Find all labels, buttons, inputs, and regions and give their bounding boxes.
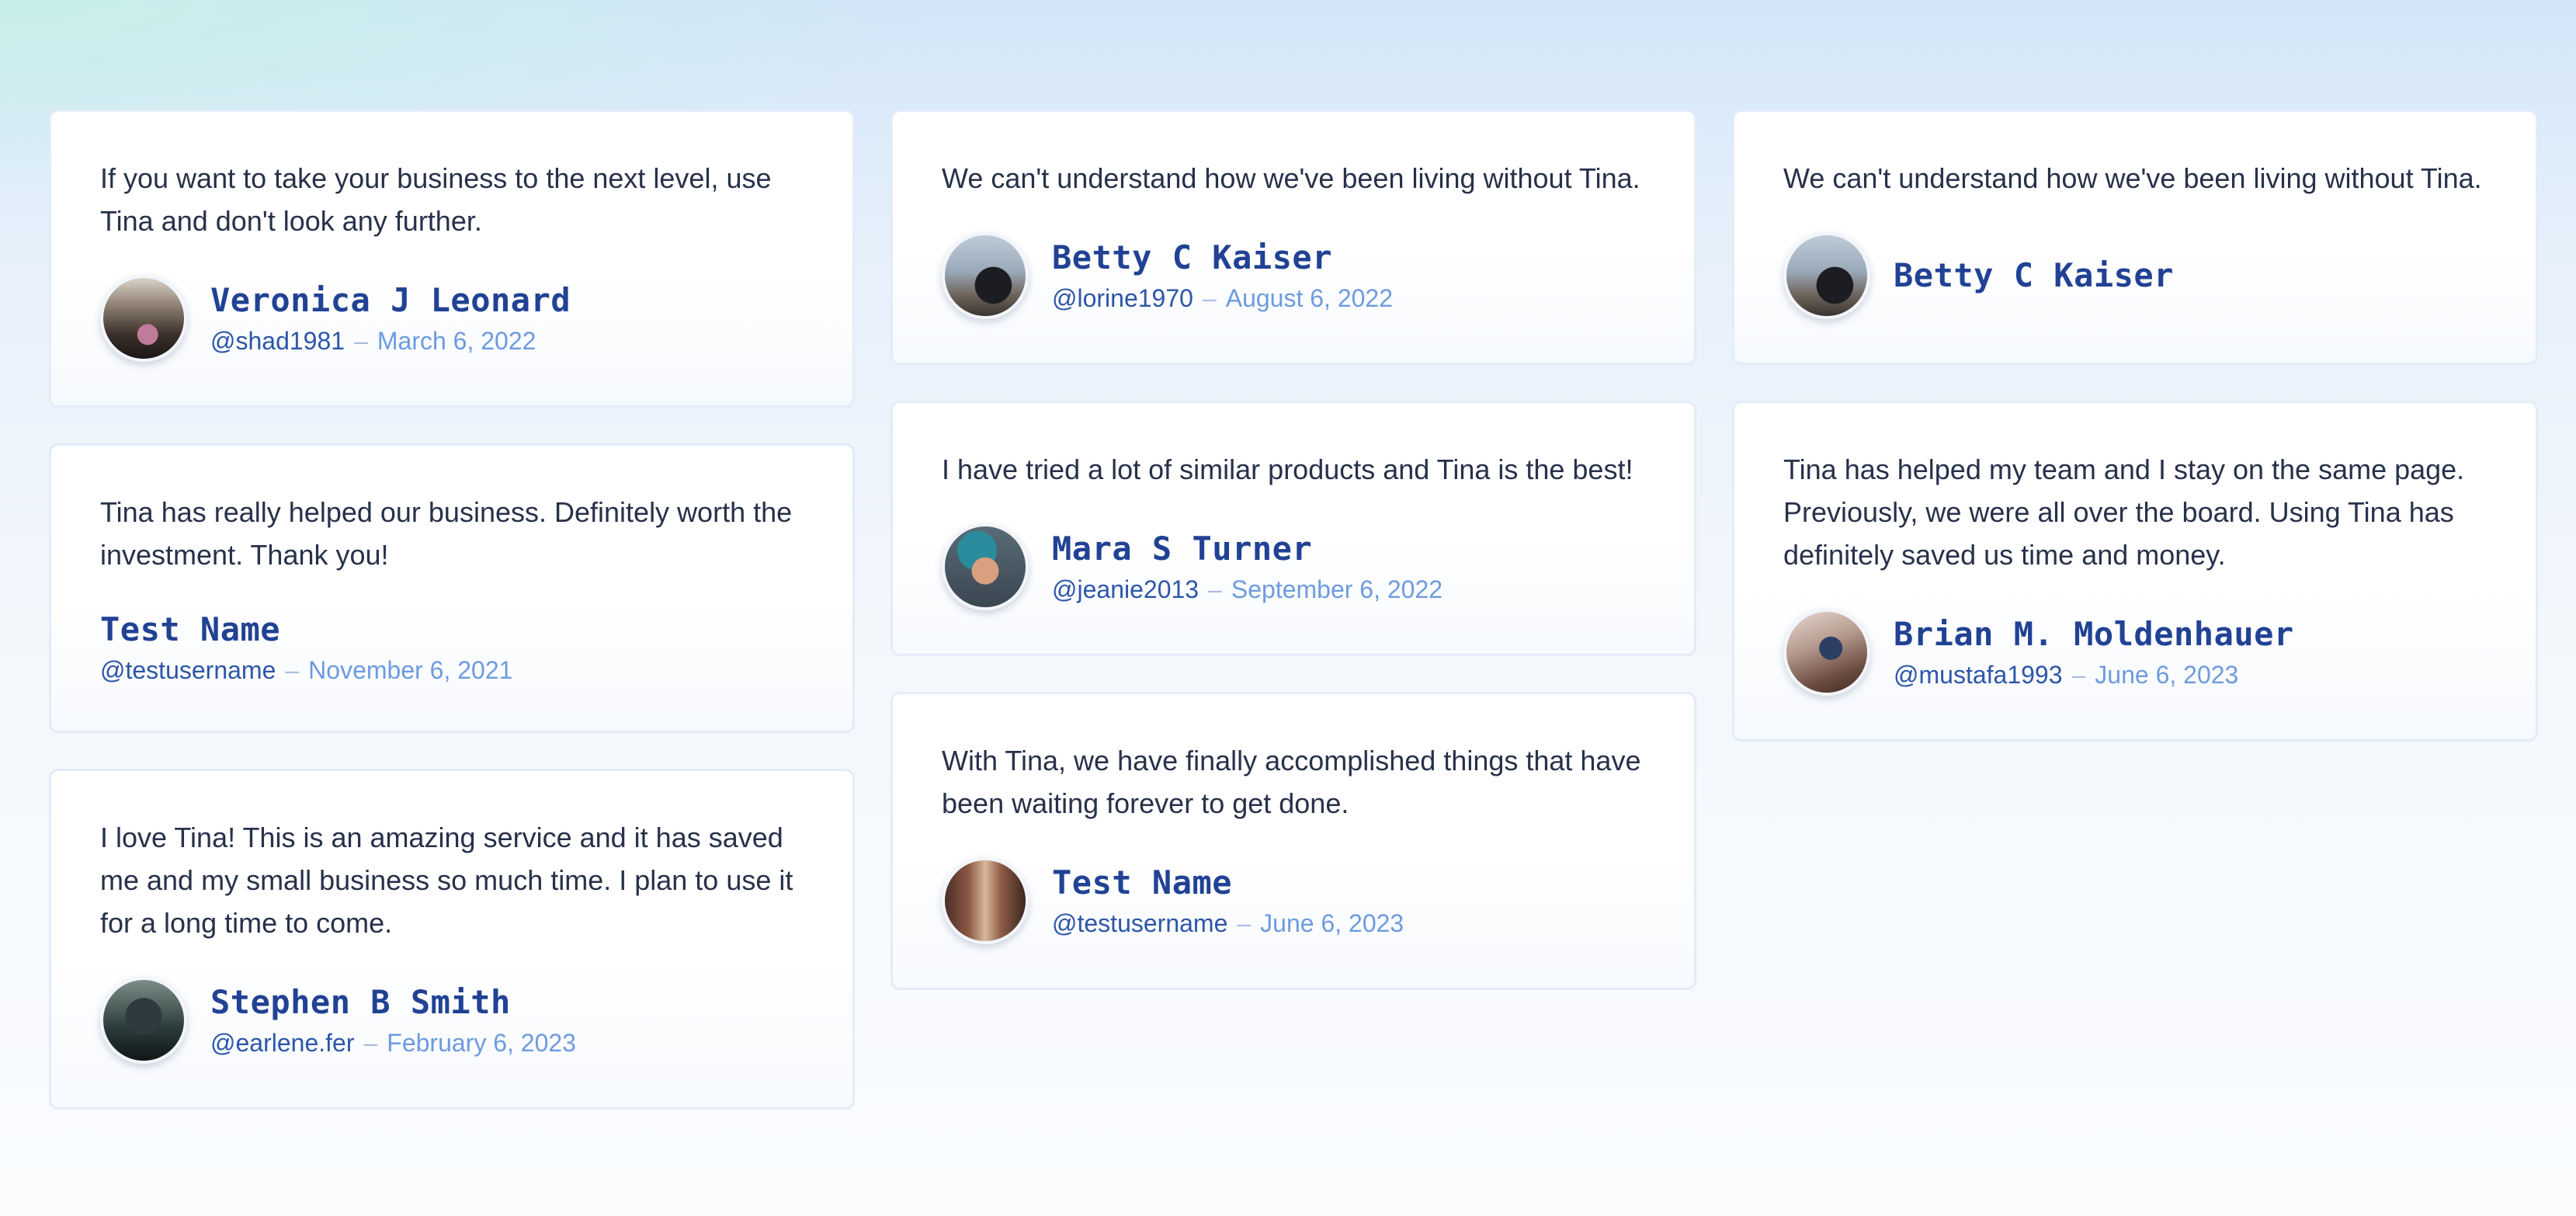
author-name: Mara S Turner [1052,529,1313,568]
testimonial-quote: We can't understand how we've been livin… [1783,162,2482,194]
testimonial-date: November 6, 2021 [308,656,513,684]
testimonial-quote: We can't understand how we've been livin… [942,162,1640,194]
testimonial-author: Test Name @testusername – November 6, 2021 [100,609,804,687]
avatar [942,232,1029,319]
avatar [942,857,1029,944]
author-name: Veronica J Leonard [210,280,571,319]
testimonial-author: Stephen B Smith @earlene.fer – February 6,… [100,977,804,1064]
testimonial-card: With Tina, we have finally accomplished … [890,692,1696,990]
testimonial-quote: Tina has helped my team and I stay on th… [1783,453,2465,571]
separator: – [2071,660,2086,689]
author-meta: Mara S Turner @jeanie2013– September 6, 2… [1052,528,1442,606]
testimonial-quote: If you want to take your business to the… [100,162,772,237]
testimonial-card: Tina has helped my team and I stay on th… [1732,401,2538,742]
testimonial-author: Betty C Kaiser [1783,232,2487,319]
testimonial-author: Veronica J Leonard @shad1981– March 6, 20… [100,275,804,362]
author-name: Test Name [100,610,281,648]
testimonial-card: I love Tina! This is an amazing service … [49,769,855,1110]
author-name: Betty C Kaiser [1052,238,1333,276]
author-handle: @testusername [1052,909,1228,937]
testimonial-author: Mara S Turner @jeanie2013– September 6, 2… [942,523,1645,610]
testimonial-author: Brian M. Moldenhauer @mustafa1993– June 6… [1783,609,2487,696]
avatar [1783,232,1870,319]
author-name: Stephen B Smith [210,982,511,1021]
avatar [100,977,187,1064]
author-subline: @shad1981– March 6, 2022 [210,324,571,358]
author-meta: Test Name @testusername – November 6, 2021 [100,609,512,687]
author-meta: Betty C Kaiser @lorine1970– August 6, 202… [1052,237,1393,315]
author-meta: Betty C Kaiser [1894,255,2174,297]
author-meta: Veronica J Leonard @shad1981– March 6, 20… [210,280,571,358]
testimonial-column-1: If you want to take your business to the… [49,109,855,1110]
author-handle: @shad1981 [210,326,345,355]
testimonial-quote: With Tina, we have finally accomplished … [942,745,1641,819]
separator: – [1208,575,1222,603]
testimonial-quote: Tina has really helped our business. Def… [100,496,793,571]
author-subline: @testusername – June 6, 2023 [1052,906,1404,940]
author-subline: @earlene.fer – February 6, 2023 [210,1026,576,1060]
testimonial-card: I have tried a lot of similar products a… [890,401,1696,656]
author-subline: @jeanie2013– September 6, 2022 [1052,572,1442,606]
testimonial-card: Tina has really helped our business. Def… [49,443,855,733]
author-subline: @lorine1970– August 6, 2022 [1052,281,1393,315]
testimonial-card: We can't understand how we've been livin… [890,109,1696,365]
avatar [100,275,187,362]
testimonial-author: Betty C Kaiser @lorine1970– August 6, 202… [942,232,1645,319]
separator: – [363,1028,378,1057]
testimonial-card: We can't understand how we've been livin… [1732,109,2538,365]
testimonial-date: February 6, 2023 [387,1028,576,1057]
author-subline: @mustafa1993– June 6, 2023 [1894,658,2294,692]
author-name: Betty C Kaiser [1894,256,2175,294]
testimonial-date: June 6, 2023 [2095,660,2239,689]
author-meta: Brian M. Moldenhauer @mustafa1993– June 6… [1894,613,2294,692]
testimonial-column-3: We can't understand how we've been livin… [1732,109,2538,742]
avatar [942,523,1029,610]
testimonials-grid: If you want to take your business to the… [49,109,2538,1110]
testimonial-date: March 6, 2022 [377,326,536,355]
avatar [1783,609,1870,696]
testimonial-date: September 6, 2022 [1231,575,1443,603]
testimonial-author: Test Name @testusername – June 6, 2023 [942,857,1645,944]
author-handle: @earlene.fer [210,1028,355,1057]
separator: – [285,656,300,684]
author-handle: @jeanie2013 [1052,575,1199,603]
author-meta: Stephen B Smith @earlene.fer – February 6,… [210,981,576,1060]
separator: – [1237,909,1252,937]
testimonial-quote: I have tried a lot of similar products a… [942,453,1633,485]
author-meta: Test Name @testusername – June 6, 2023 [1052,862,1404,940]
testimonial-quote: I love Tina! This is an amazing service … [100,822,793,939]
author-handle: @testusername [100,656,276,684]
author-name: Brian M. Moldenhauer [1894,614,2294,653]
testimonial-date: June 6, 2023 [1260,909,1404,937]
author-name: Test Name [1052,863,1233,902]
testimonial-card: If you want to take your business to the… [49,109,855,408]
testimonial-column-2: We can't understand how we've been livin… [890,109,1696,990]
testimonial-date: August 6, 2022 [1225,283,1394,312]
author-handle: @mustafa1993 [1894,660,2063,689]
author-subline: @testusername – November 6, 2021 [100,653,512,687]
separator: – [354,326,368,355]
separator: – [1202,283,1217,312]
author-handle: @lorine1970 [1052,283,1193,312]
